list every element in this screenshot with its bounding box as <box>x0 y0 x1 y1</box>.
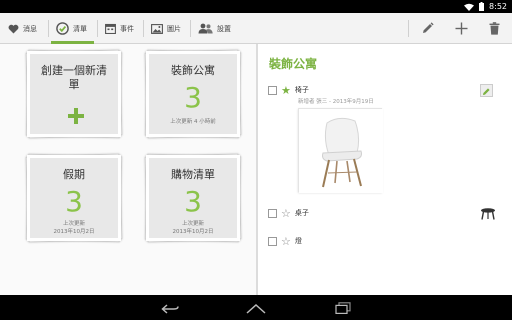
battery-icon <box>479 2 485 11</box>
list-card[interactable]: 裝飾公寓 3 上次更新 4 小時前 <box>144 49 242 139</box>
pencil-icon <box>421 20 434 39</box>
people-icon <box>198 23 213 34</box>
star-filled-icon[interactable]: ★ <box>281 85 291 96</box>
list-card[interactable]: 假期 3 上次更新 2013年10月2日 <box>25 153 123 243</box>
plus-icon <box>455 20 468 39</box>
list-item: ☆ 燈 <box>268 234 302 248</box>
list-item: ★ 椅子 <box>268 83 309 97</box>
item-name: 燈 <box>294 237 302 245</box>
last-updated: 上次更新 <box>181 221 204 227</box>
item-name: 桌子 <box>294 209 309 217</box>
lists-pane: 創建一個新清單 裝飾公寓 3 上次更新 4 小時前 假期 3 上次更新 2013… <box>0 44 256 295</box>
list-detail-pane: 裝飾公寓 ★ 椅子 新增者 張三 - 2013年9月19日 ☆ 桌子 ☆ 燈 <box>258 44 512 295</box>
chair-image <box>299 109 383 193</box>
status-bar: 8:52 <box>0 0 512 13</box>
tab-label: 圖片 <box>167 24 181 33</box>
wifi-icon <box>464 3 475 11</box>
add-button[interactable] <box>451 19 471 39</box>
item-name: 椅子 <box>294 86 309 94</box>
tab-lists[interactable]: 清單 <box>48 13 97 44</box>
trash-icon <box>489 20 500 39</box>
tab-label: 事件 <box>120 24 134 33</box>
edit-button[interactable] <box>417 19 437 39</box>
home-button[interactable] <box>244 300 268 316</box>
pencil-icon <box>482 81 491 100</box>
plus-icon <box>68 108 84 124</box>
item-count: 3 <box>65 185 83 218</box>
back-button[interactable] <box>158 300 182 316</box>
tab-settings[interactable]: 設置 <box>190 13 240 44</box>
item-meta: 新增者 張三 - 2013年9月19日 <box>298 99 374 105</box>
home-icon <box>246 299 266 318</box>
list-item: ☆ 桌子 <box>268 206 309 220</box>
item-checkbox[interactable] <box>268 85 277 95</box>
image-icon <box>151 23 163 34</box>
tab-label: 消息 <box>23 24 37 33</box>
card-title: 購物清單 <box>171 168 215 181</box>
action-bar: 消息 清單 事件 圖片 設置 <box>0 13 512 44</box>
recent-apps-icon <box>335 299 351 318</box>
card-title: 創建一個新清單 <box>41 64 107 91</box>
item-photo[interactable] <box>298 108 383 193</box>
last-updated-date: 2013年10月2日 <box>172 229 214 235</box>
stool-icon <box>480 205 496 224</box>
list-card[interactable]: 購物清單 3 上次更新 2013年10月2日 <box>144 153 242 243</box>
card-title: 假期 <box>63 168 85 181</box>
star-outline-icon[interactable]: ☆ <box>281 236 291 247</box>
item-count: 3 <box>184 81 202 114</box>
star-outline-icon[interactable]: ☆ <box>281 208 291 219</box>
tab-label: 清單 <box>73 24 87 33</box>
clock: 8:52 <box>489 2 507 11</box>
last-updated: 上次更新 4 小時前 <box>170 119 216 125</box>
item-count: 3 <box>184 185 202 218</box>
create-list-card[interactable]: 創建一個新清單 <box>25 49 123 139</box>
content-area: 創建一個新清單 裝飾公寓 3 上次更新 4 小時前 假期 3 上次更新 2013… <box>0 44 512 295</box>
tab-events[interactable]: 事件 <box>97 13 143 44</box>
edit-item-button[interactable] <box>480 84 493 97</box>
calendar-icon <box>105 23 116 34</box>
item-checkbox[interactable] <box>268 236 277 246</box>
last-updated-date: 2013年10月2日 <box>53 229 95 235</box>
card-title: 裝飾公寓 <box>171 64 215 77</box>
checkmark-icon <box>56 22 69 35</box>
recent-apps-button[interactable] <box>331 300 355 316</box>
tab-messages[interactable]: 消息 <box>0 13 48 44</box>
item-checkbox[interactable] <box>268 208 277 218</box>
last-updated: 上次更新 <box>62 221 85 227</box>
navigation-bar <box>0 295 512 320</box>
tab-label: 設置 <box>217 24 231 33</box>
delete-button[interactable] <box>484 19 504 39</box>
back-icon <box>161 299 179 318</box>
list-title: 裝飾公寓 <box>269 57 318 71</box>
tab-pictures[interactable]: 圖片 <box>143 13 190 44</box>
heart-icon <box>8 24 19 34</box>
